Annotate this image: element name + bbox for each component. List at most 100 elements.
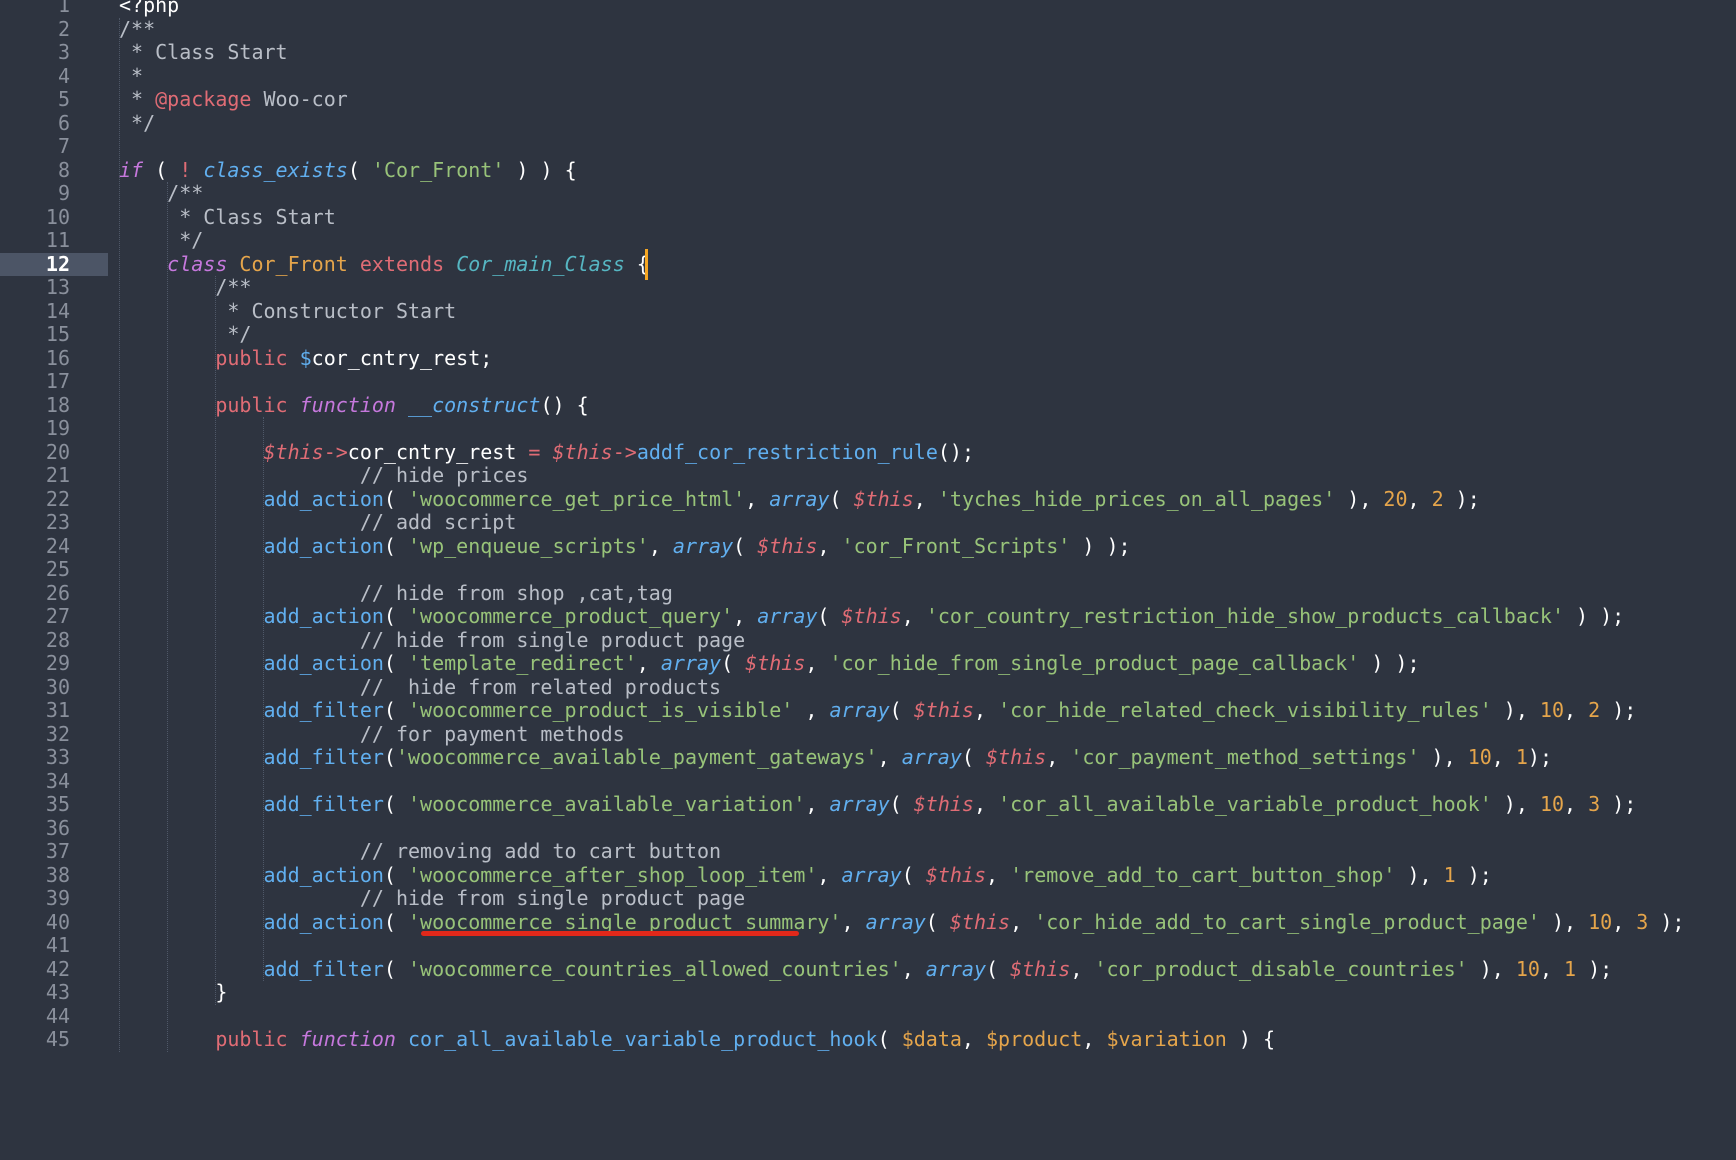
code-line[interactable]: <?php	[119, 0, 179, 18]
line-number[interactable]: 45	[0, 1027, 70, 1052]
line-number[interactable]: 21	[0, 463, 70, 488]
code-editor[interactable]: 1 2 3 4 5 6 7 8 9 10 11 12 13 14 15 16 17 18 19 20 21 22 23 24 2…	[0, 0, 1736, 1160]
line-number[interactable]: 24	[0, 534, 70, 559]
code-token: 2	[1431, 486, 1444, 511]
line-number[interactable]: 27	[0, 604, 70, 629]
code-line[interactable]: // hide from single product page	[119, 886, 745, 911]
line-number[interactable]: 12	[0, 252, 70, 277]
line-number[interactable]: 10	[0, 205, 70, 230]
line-number[interactable]: 16	[0, 346, 70, 371]
code-token: 'cor_all_available_variable_product_hook…	[998, 792, 1492, 816]
code-line[interactable]: // hide from shop ,cat,tag	[119, 581, 673, 606]
line-number[interactable]: 14	[0, 299, 70, 324]
line-number[interactable]: 29	[0, 651, 70, 676]
line-number[interactable]: 22	[0, 487, 70, 512]
code-token: $data	[901, 1027, 962, 1051]
line-number[interactable]: 6	[0, 111, 70, 136]
line-number[interactable]: 36	[0, 816, 70, 841]
line-number[interactable]: 37	[0, 839, 70, 864]
line-number[interactable]: 20	[0, 440, 70, 465]
code-line[interactable]: /**	[119, 181, 203, 206]
line-number[interactable]: 13	[0, 275, 70, 300]
line-number[interactable]: 38	[0, 863, 70, 888]
line-number[interactable]: 2	[0, 17, 70, 42]
line-number[interactable]: 41	[0, 933, 70, 958]
line-number[interactable]: 28	[0, 628, 70, 653]
line-number[interactable]: 18	[0, 393, 70, 418]
code-token: $this	[119, 439, 324, 464]
code-token: 2	[1588, 698, 1601, 722]
line-number[interactable]: 33	[0, 745, 70, 770]
code-line[interactable]: add_filter('woocommerce_available_paymen…	[119, 745, 1552, 770]
code-token: add_action	[119, 533, 384, 558]
code-line[interactable]: /**	[119, 17, 155, 42]
code-line[interactable]: add_filter( 'woocommerce_countries_allow…	[119, 957, 1612, 982]
line-number[interactable]: 35	[0, 792, 70, 817]
indent-guide	[263, 417, 264, 981]
code-line[interactable]: add_action( 'template_redirect', array( …	[119, 651, 1419, 676]
code-line[interactable]: * @package Woo-cor	[119, 87, 348, 112]
code-token: 10	[1467, 745, 1492, 769]
code-line[interactable]: add_action( 'woocommerce_get_price_html'…	[119, 486, 1479, 512]
code-line[interactable]: public function cor_all_available_variab…	[119, 1027, 1275, 1052]
line-number[interactable]: 23	[0, 510, 70, 535]
code-token: $this	[986, 745, 1047, 769]
line-number[interactable]: 4	[0, 64, 70, 89]
code-line[interactable]: // hide from single product page	[119, 628, 745, 653]
code-line[interactable]: * Class Start	[119, 40, 288, 65]
line-number[interactable]: 42	[0, 957, 70, 982]
code-token: $this	[949, 909, 1011, 934]
line-number[interactable]: 44	[0, 1004, 70, 1029]
code-line[interactable]: // add script	[119, 510, 517, 535]
code-line[interactable]: * Class Start	[119, 205, 336, 230]
code-line[interactable]: add_filter( 'woocommerce_available_varia…	[119, 792, 1636, 817]
code-line[interactable]: *	[119, 64, 143, 89]
line-number[interactable]: 17	[0, 369, 70, 394]
code-line[interactable]: add_action( 'woocommerce_product_query',…	[119, 604, 1624, 629]
line-number[interactable]: 40	[0, 910, 70, 935]
line-number[interactable]: 9	[0, 181, 70, 206]
line-number[interactable]: 3	[0, 40, 70, 65]
code-token: ,	[1564, 792, 1589, 816]
code-area[interactable]: <?php/** * Class Start * * @package Woo-…	[119, 0, 1736, 1160]
line-number[interactable]: 19	[0, 416, 70, 441]
code-line[interactable]: if ( ! class_exists( 'Cor_Front' ) ) {	[119, 158, 577, 183]
line-number[interactable]: 39	[0, 886, 70, 911]
code-line[interactable]: public function __construct() {	[119, 393, 588, 418]
code-token: (	[383, 604, 408, 628]
code-token: (	[901, 862, 926, 887]
code-line[interactable]: */	[119, 322, 251, 347]
code-line[interactable]: add_filter( 'woocommerce_product_is_visi…	[119, 698, 1636, 723]
code-line[interactable]: public $cor_cntry_rest;	[119, 346, 492, 371]
code-line[interactable]: class Cor_Front extends Cor_main_Class {	[119, 252, 649, 277]
line-number[interactable]: 7	[0, 134, 70, 159]
line-number[interactable]: 34	[0, 769, 70, 794]
line-number[interactable]: 43	[0, 980, 70, 1005]
code-line[interactable]: add_action( 'woocommerce_after_shop_loop…	[119, 862, 1491, 888]
line-number[interactable]: 25	[0, 557, 70, 582]
code-line[interactable]: */	[119, 228, 203, 253]
line-number[interactable]: 15	[0, 322, 70, 347]
code-token: 10	[1539, 792, 1565, 816]
code-line[interactable]: // hide from related products	[119, 675, 721, 700]
code-line[interactable]: // removing add to cart button	[119, 839, 721, 864]
code-line[interactable]: /**	[119, 275, 251, 300]
code-line[interactable]: // for payment methods	[119, 722, 625, 747]
code-line[interactable]: $this->cor_cntry_rest = $this->addf_cor_…	[119, 439, 974, 465]
line-number[interactable]: 30	[0, 675, 70, 700]
line-number[interactable]: 1	[0, 0, 70, 18]
line-number[interactable]: 31	[0, 698, 70, 723]
line-number[interactable]: 26	[0, 581, 70, 606]
code-line[interactable]: add_action( 'woocommerce_single_product_…	[119, 909, 1684, 935]
code-line[interactable]: // hide prices	[119, 463, 529, 488]
code-line[interactable]: }	[119, 980, 227, 1005]
line-number[interactable]: 11	[0, 228, 70, 253]
line-number[interactable]: 8	[0, 158, 70, 183]
line-number[interactable]: 32	[0, 722, 70, 747]
code-line[interactable]: * Constructor Start	[119, 299, 456, 324]
line-number[interactable]: 5	[0, 87, 70, 112]
line-number-gutter[interactable]: 1 2 3 4 5 6 7 8 9 10 11 12 13 14 15 16 17 18 19 20 21 22 23 24 2…	[0, 0, 108, 1160]
code-line[interactable]: add_action( 'wp_enqueue_scripts', array(…	[119, 533, 1130, 559]
code-line[interactable]: */	[119, 111, 155, 136]
